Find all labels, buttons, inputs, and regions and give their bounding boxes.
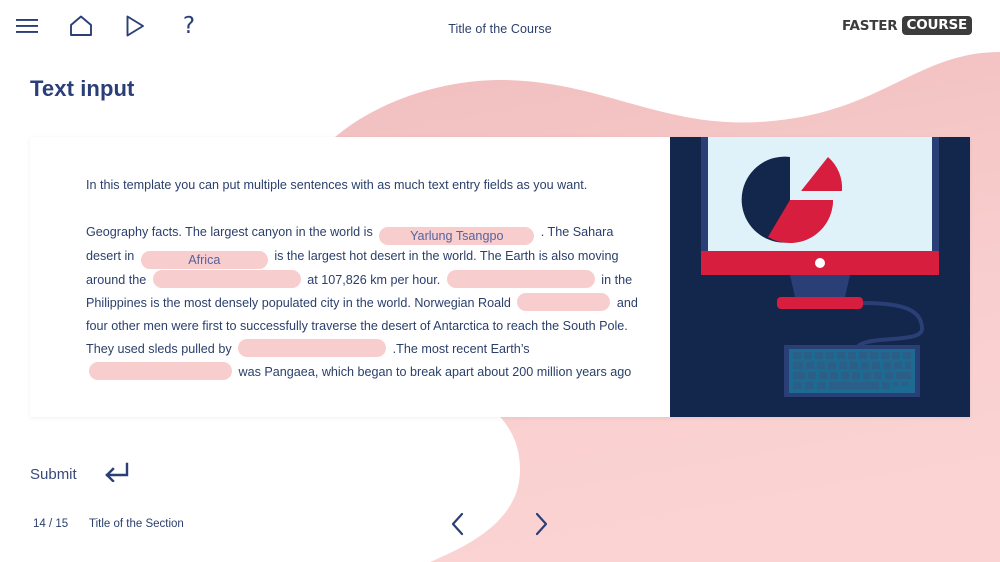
previous-slide-button[interactable] xyxy=(448,510,468,543)
text-input-exercise: In this template you can put multiple se… xyxy=(30,137,670,417)
page-title: Text input xyxy=(30,76,135,101)
slide-canvas: ? Title of the Course FASTER COURSE Text… xyxy=(0,0,1000,562)
submit-button[interactable]: Submit xyxy=(30,462,131,487)
brand-logo[interactable]: FASTER COURSE xyxy=(842,15,972,36)
text-input-blank-5[interactable] xyxy=(517,293,611,311)
paragraph-text: at 107,826 km per hour. xyxy=(307,273,444,287)
enter-return-arrow-icon xyxy=(103,462,131,487)
slide-footer: 14 / 15 Title of the Section xyxy=(0,512,1000,552)
submit-label: Submit xyxy=(30,466,77,483)
content-card: In this template you can put multiple se… xyxy=(30,137,970,417)
text-input-blank-7[interactable] xyxy=(89,362,232,380)
section-title: Title of the Section xyxy=(89,518,184,530)
text-input-blank-1[interactable]: Yarlung Tsangpo xyxy=(379,227,535,245)
logo-faster-text: FASTER xyxy=(842,17,898,34)
paragraph-text: .The most recent Earth’s xyxy=(392,342,530,356)
text-input-blank-6[interactable] xyxy=(238,339,387,357)
text-input-blank-4[interactable] xyxy=(446,270,595,288)
next-slide-button[interactable] xyxy=(531,510,551,543)
computer-monitor-pie-chart-illustration xyxy=(670,137,970,417)
text-input-blank-2[interactable]: Africa xyxy=(140,251,268,269)
logo-course-text: COURSE xyxy=(901,16,972,35)
illustration-panel xyxy=(670,137,970,417)
text-input-blank-3[interactable] xyxy=(152,270,301,288)
top-navigation-bar: ? Title of the Course FASTER COURSE xyxy=(0,0,1000,51)
paragraph-text: was Pangaea, which began to break apart … xyxy=(238,365,632,379)
page-indicator: 14 / 15 xyxy=(33,518,69,530)
paragraph-text: Geography facts. The largest canyon in t… xyxy=(86,225,377,239)
exercise-intro: In this template you can put multiple se… xyxy=(86,178,588,192)
fill-in-the-blank-paragraph: Geography facts. The largest canyon in t… xyxy=(86,221,650,384)
